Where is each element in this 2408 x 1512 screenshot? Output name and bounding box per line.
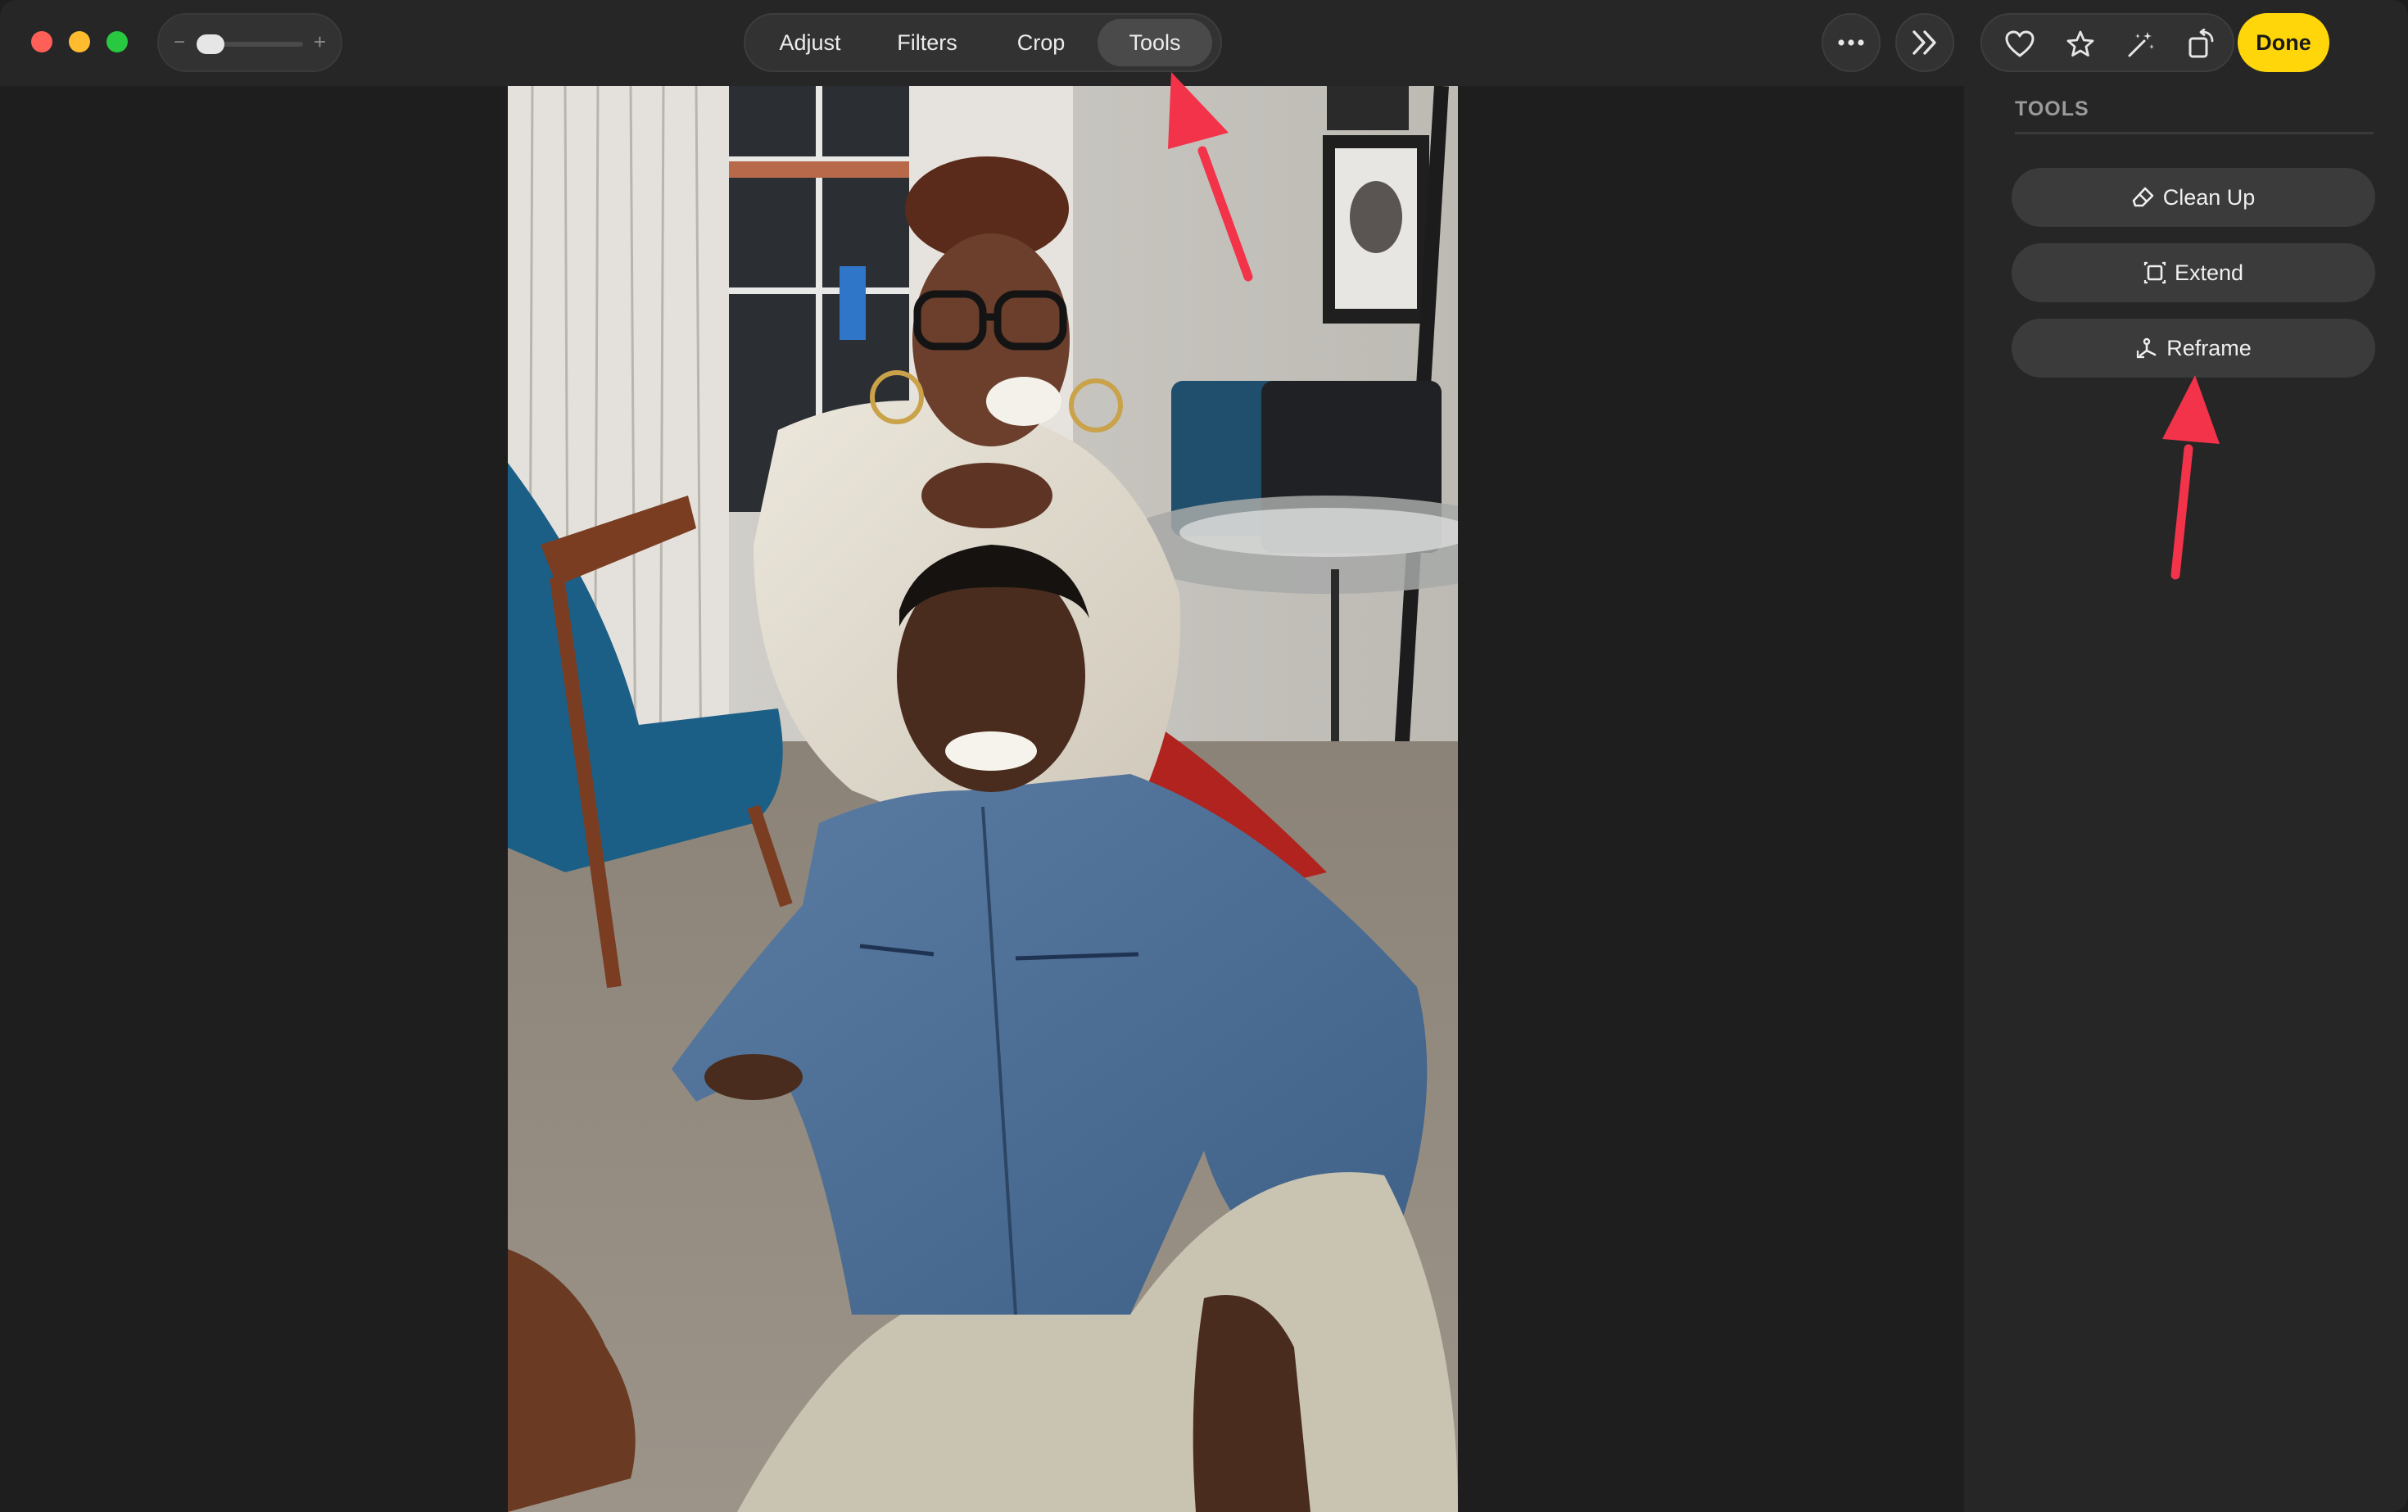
reframe-label: Reframe: [2166, 335, 2252, 360]
photo-canvas: [0, 86, 1964, 1512]
tab-tools[interactable]: Tools: [1098, 19, 1212, 66]
reframe-icon: [2137, 337, 2157, 359]
rotate-button[interactable]: [2184, 26, 2220, 62]
rate-button[interactable]: [2062, 26, 2098, 62]
star-icon: [2066, 30, 2094, 57]
close-window-button[interactable]: [31, 31, 52, 52]
tab-filters[interactable]: Filters: [870, 19, 984, 66]
extend-button[interactable]: Extend: [2012, 243, 2375, 302]
tab-adjust[interactable]: Adjust: [750, 19, 870, 66]
eraser-icon: [2132, 187, 2154, 207]
zoom-out-icon[interactable]: −: [174, 31, 185, 54]
heart-icon: [2005, 30, 2035, 57]
zoom-in-icon[interactable]: +: [314, 29, 326, 55]
more-options-button[interactable]: [1822, 13, 1881, 72]
clean-up-button[interactable]: Clean Up: [2012, 168, 2375, 227]
zoom-slider[interactable]: − +: [157, 13, 342, 72]
portrait-photo: [508, 86, 1458, 1512]
double-chevron-right-icon: [1912, 30, 1936, 55]
zoom-knob[interactable]: [197, 34, 224, 54]
rotate-icon: [2188, 29, 2214, 58]
favorite-button[interactable]: [2002, 26, 2038, 62]
clean-up-label: Clean Up: [2162, 184, 2256, 210]
photos-edit-window: − + Adjust Filters Crop Tools Done TOOLS…: [0, 0, 2408, 1512]
extensions-button[interactable]: [1895, 13, 1954, 72]
edit-mode-tabs: Adjust Filters Crop Tools: [744, 13, 1222, 72]
tools-sidebar: TOOLS Clean Up Extend Reframe: [1964, 86, 2408, 1512]
tab-crop[interactable]: Crop: [984, 19, 1098, 66]
extend-label: Extend: [2174, 260, 2244, 285]
auto-enhance-button[interactable]: [2123, 26, 2159, 62]
fullscreen-window-button[interactable]: [106, 31, 128, 52]
ellipsis-icon: [1838, 39, 1864, 46]
magic-wand-icon: [2128, 32, 2154, 57]
sidebar-title: TOOLS: [2015, 97, 2089, 120]
photo-actions: [1980, 13, 2234, 72]
sidebar-divider: [2015, 132, 2374, 134]
done-button[interactable]: Done: [2238, 13, 2329, 72]
photo-preview[interactable]: [508, 86, 1458, 1512]
minimize-window-button[interactable]: [69, 31, 90, 52]
reframe-button[interactable]: Reframe: [2012, 319, 2375, 378]
toolbar: − + Adjust Filters Crop Tools Done: [0, 0, 2408, 86]
extend-icon: [2143, 261, 2166, 284]
